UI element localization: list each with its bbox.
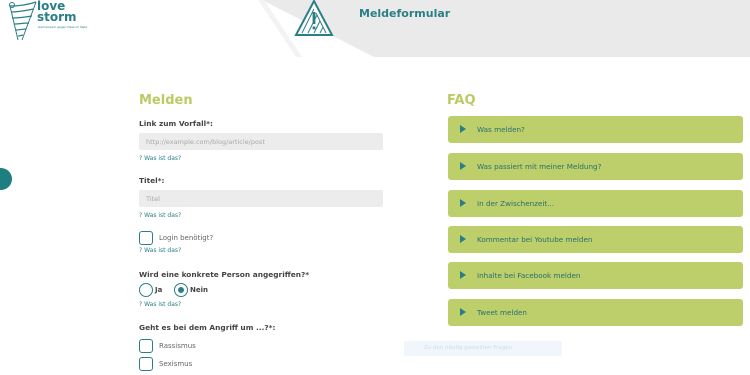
warning-triangle-icon <box>294 0 334 36</box>
no-radio[interactable] <box>174 283 188 297</box>
link-help-link[interactable]: ? Was ist das? <box>139 155 181 162</box>
title-label: Titel*: <box>139 176 165 185</box>
person-help-link[interactable]: ? Was ist das? <box>139 301 181 308</box>
faq-item[interactable]: Was melden? <box>448 116 743 143</box>
faq-item-label: Tweet melden <box>477 308 527 317</box>
logo-tagline: Gemeinsam gegen Hass im Netz <box>38 25 88 29</box>
login-label: Login benötigt? <box>159 234 214 242</box>
faq-item[interactable]: Inhalte bei Facebook melden <box>448 262 743 289</box>
logo[interactable]: love storm Gemeinsam gegen Hass im Netz <box>6 0 126 44</box>
faq-item[interactable]: Kommentar bei Youtube melden <box>448 226 743 253</box>
logo-text-storm: storm <box>37 10 77 24</box>
faq-item-label: Kommentar bei Youtube melden <box>477 235 593 244</box>
faq-item-label: In der Zwischenzeit... <box>477 199 555 208</box>
play-arrow-icon <box>460 271 466 279</box>
play-arrow-icon <box>460 199 466 207</box>
faded-overlay-button[interactable]: Zu den häufig gestellten Fragen <box>404 341 562 356</box>
form-heading: Melden <box>139 93 193 108</box>
title-help-link[interactable]: ? Was ist das? <box>139 212 181 219</box>
login-checkbox[interactable] <box>139 231 153 245</box>
login-help-link[interactable]: ? Was ist das? <box>139 247 181 254</box>
attack-question: Geht es bei dem Angriff um ...?*: <box>139 323 276 332</box>
sexismus-checkbox[interactable] <box>139 357 153 371</box>
page-title: Meldeformular <box>359 7 451 20</box>
page: love storm Gemeinsam gegen Hass im Netz … <box>0 0 750 375</box>
rassismus-label: Rassismus <box>159 342 196 350</box>
faq-item-label: Was passiert mit meiner Meldung? <box>477 162 602 171</box>
faq-item[interactable]: In der Zwischenzeit... <box>448 190 743 217</box>
sexismus-label: Sexismus <box>159 360 193 368</box>
faq-item-label: Inhalte bei Facebook melden <box>477 271 581 280</box>
yes-radio[interactable] <box>139 283 153 297</box>
play-arrow-icon <box>460 162 466 170</box>
yes-label: Ja <box>155 286 163 294</box>
faq-item[interactable]: Tweet melden <box>448 299 743 326</box>
person-question: Wird eine konkrete Person angegriffen?* <box>139 270 310 279</box>
link-label: Link zum Vorfall*: <box>139 119 213 128</box>
faded-overlay-text: Zu den häufig gestellten Fragen <box>424 345 513 351</box>
title-input[interactable] <box>139 190 383 207</box>
link-input[interactable] <box>139 133 383 150</box>
play-arrow-icon <box>460 308 466 316</box>
play-arrow-icon <box>460 125 466 133</box>
faq-item[interactable]: Was passiert mit meiner Meldung? <box>448 153 743 180</box>
faq-item-label: Was melden? <box>477 125 525 134</box>
no-label: Nein <box>190 286 208 294</box>
faq-heading: FAQ <box>447 93 476 108</box>
rassismus-checkbox[interactable] <box>139 339 153 353</box>
logo-mark-icon <box>9 1 37 41</box>
play-arrow-icon <box>460 235 466 243</box>
